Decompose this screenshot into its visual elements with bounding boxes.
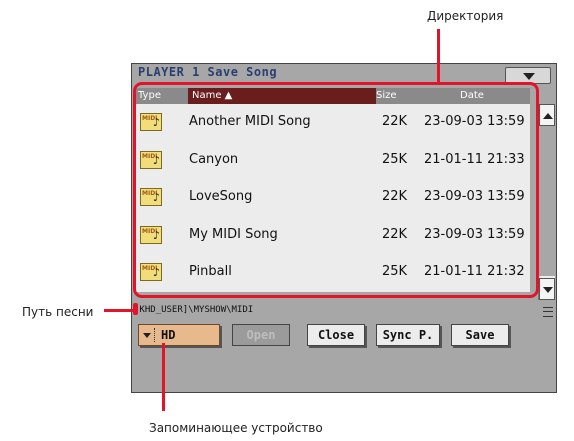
device-label: HD (161, 328, 176, 342)
storage-device-annotation: Запоминающее устройство (149, 421, 323, 435)
scroll-thumb[interactable] (539, 126, 555, 276)
open-button[interactable]: Open (232, 324, 290, 346)
chevron-down-icon (523, 73, 535, 80)
device-selector[interactable]: HD (138, 324, 220, 346)
directory-pointer (437, 29, 440, 84)
scroll-up-button[interactable] (539, 104, 555, 126)
dropdown-arrow-icon (143, 333, 151, 338)
storage-device-pointer (162, 343, 165, 411)
divider (154, 328, 155, 342)
directory-highlight (133, 82, 539, 298)
path-highlight (133, 303, 138, 315)
song-path: [KHD_USER]\MYSHOW\MIDI (134, 305, 254, 315)
sync-button[interactable]: Sync P. (376, 324, 440, 346)
song-path-annotation: Путь песни (22, 305, 94, 319)
window-title: PLAYER 1 Save Song (138, 65, 278, 79)
scroll-down-button[interactable] (539, 278, 555, 300)
song-path-pointer (104, 309, 135, 312)
menu-grip-icon[interactable] (543, 307, 553, 317)
save-button[interactable]: Save (451, 324, 509, 346)
file-list-scrollbar[interactable] (538, 104, 555, 300)
arrow-up-icon (543, 113, 553, 119)
arrow-down-icon (543, 287, 553, 293)
close-button[interactable]: Close (307, 324, 365, 346)
directory-annotation: Директория (427, 9, 504, 23)
